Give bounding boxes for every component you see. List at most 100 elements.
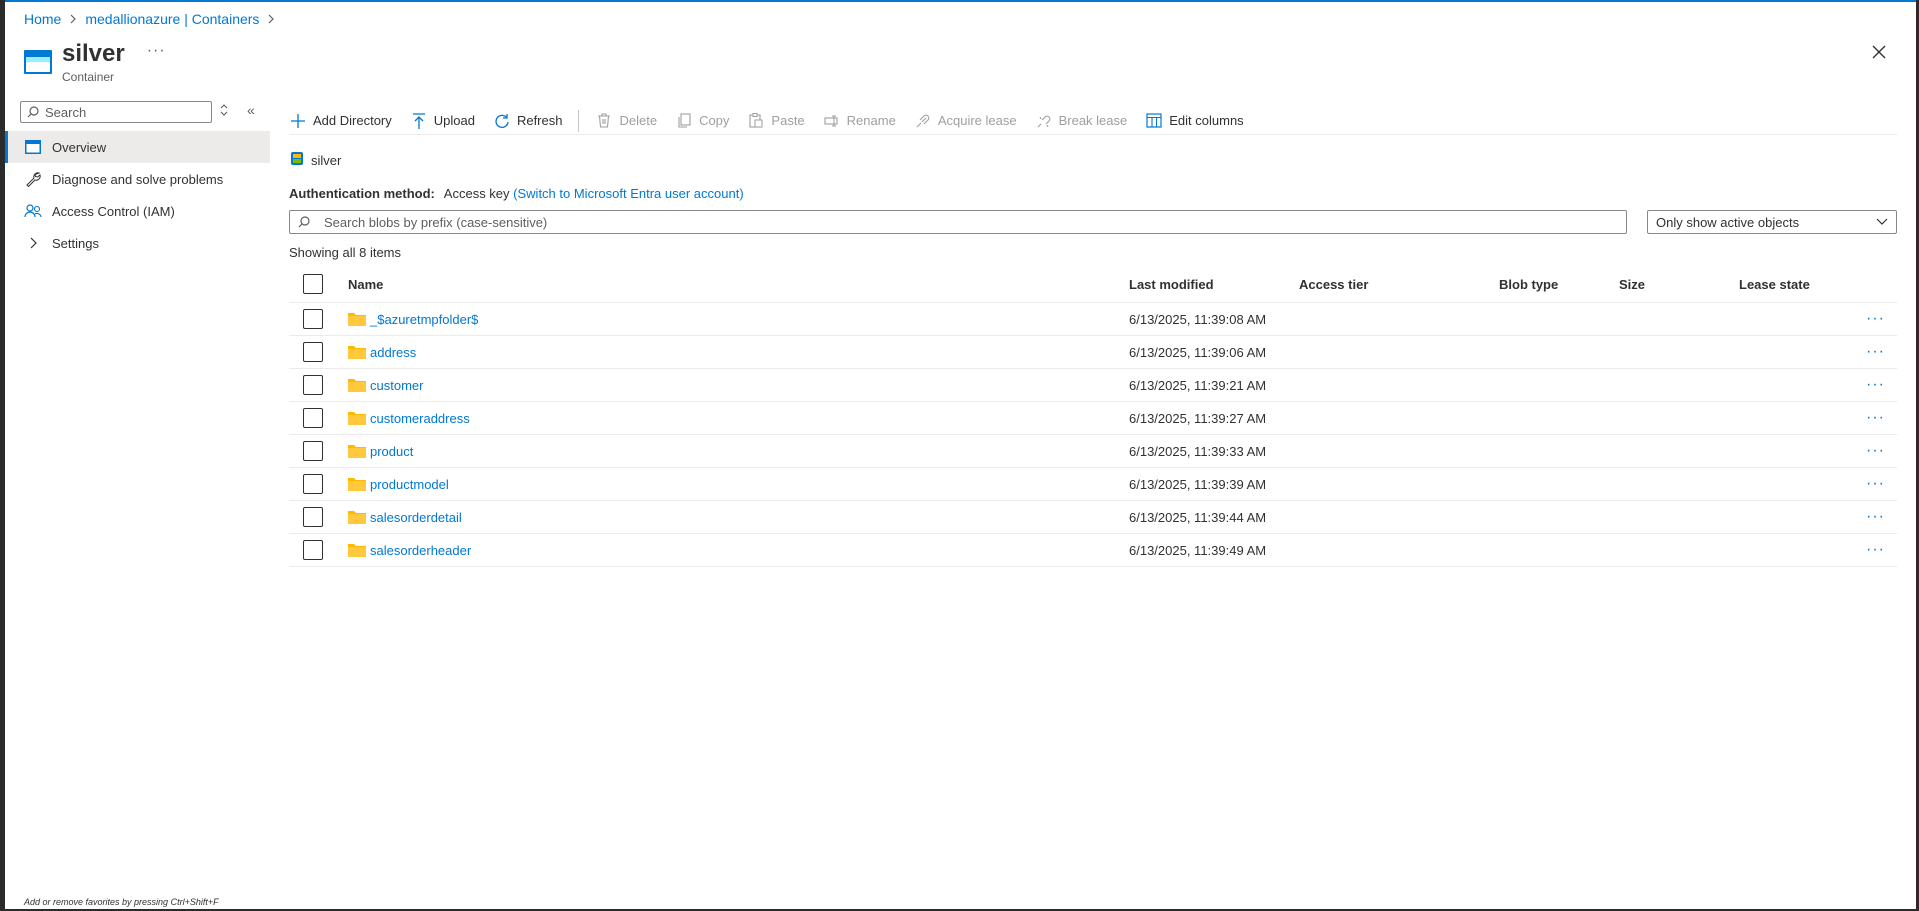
row-checkbox[interactable]	[303, 474, 323, 494]
column-header-size[interactable]: Size	[1619, 277, 1739, 292]
row-name-cell: customeraddress	[348, 411, 1129, 426]
container-path: silver	[291, 151, 341, 169]
row-checkbox[interactable]	[303, 507, 323, 527]
copy-icon	[675, 112, 693, 130]
folder-link[interactable]: customer	[370, 378, 423, 393]
blob-table: Name Last modified Access tier Blob type…	[289, 266, 1897, 567]
search-icon	[27, 106, 39, 118]
folder-link[interactable]: productmodel	[370, 477, 449, 492]
copy-button[interactable]: Copy	[675, 112, 729, 130]
collapse-sidebar-button[interactable]: «	[247, 102, 255, 118]
sidebar-search-input[interactable]	[45, 104, 205, 120]
row-last-modified: 6/13/2025, 11:39:06 AM	[1129, 344, 1267, 360]
row-more-button[interactable]: ···	[1866, 376, 1885, 394]
container-path-label: silver	[311, 152, 342, 168]
switch-auth-link[interactable]: (Switch to Microsoft Entra user account)	[513, 186, 743, 201]
close-button[interactable]	[1869, 42, 1889, 62]
sidebar-search[interactable]	[20, 101, 212, 123]
sidebar-item-label: Diagnose and solve problems	[52, 171, 224, 187]
row-more-button[interactable]: ···	[1866, 343, 1885, 361]
upload-button[interactable]: Upload	[410, 112, 475, 130]
row-checkbox[interactable]	[303, 375, 323, 395]
folder-icon	[348, 511, 366, 524]
row-name-cell: _$azuretmpfolder$	[348, 312, 1129, 327]
sidebar-item-overview[interactable]: Overview	[5, 131, 270, 163]
folder-icon	[348, 478, 366, 491]
edit-columns-button[interactable]: Edit columns	[1145, 112, 1244, 130]
row-more-button[interactable]: ···	[1866, 475, 1885, 493]
auth-value: Access key	[443, 186, 510, 201]
close-icon	[1872, 45, 1886, 59]
row-checkbox[interactable]	[303, 441, 323, 461]
column-header-lease-state[interactable]: Lease state	[1739, 277, 1839, 292]
row-checkbox[interactable]	[303, 309, 323, 329]
paste-button[interactable]: Paste	[747, 112, 805, 130]
column-header-last-modified[interactable]: Last modified	[1129, 277, 1299, 292]
row-checkbox[interactable]	[303, 408, 323, 428]
rename-icon	[823, 112, 841, 130]
table-row[interactable]: salesorderheader 6/13/2025, 11:39:49 AM ··…	[289, 534, 1897, 567]
filter-selected-value: Only show active objects	[1656, 214, 1800, 230]
row-name-cell: customer	[348, 378, 1129, 393]
column-header-blob-type[interactable]: Blob type	[1499, 277, 1619, 292]
row-more-button[interactable]: ···	[1866, 508, 1885, 526]
folder-link[interactable]: customeraddress	[370, 411, 470, 426]
row-last-modified: 6/13/2025, 11:39:33 AM	[1129, 443, 1267, 459]
column-header-name[interactable]: Name	[348, 277, 1129, 292]
table-row[interactable]: salesorderdetail 6/13/2025, 11:39:44 AM ··…	[289, 501, 1897, 534]
row-more-button[interactable]: ···	[1866, 409, 1885, 427]
sort-icon[interactable]	[219, 104, 229, 119]
page-subtitle: Container	[62, 70, 115, 84]
table-row[interactable]: _$azuretmpfolder$ 6/13/2025, 11:39:08 AM ·…	[289, 303, 1897, 336]
folder-link[interactable]: _$azuretmpfolder$	[370, 312, 478, 327]
row-checkbox[interactable]	[303, 342, 323, 362]
row-checkbox[interactable]	[303, 540, 323, 560]
breadcrumb-home[interactable]: Home	[24, 11, 61, 27]
row-last-modified: 6/13/2025, 11:39:39 AM	[1129, 476, 1267, 492]
plus-icon	[289, 112, 307, 130]
break-lease-button[interactable]: Break lease	[1035, 112, 1127, 130]
row-last-modified: 6/13/2025, 11:39:27 AM	[1129, 410, 1267, 426]
folder-link[interactable]: salesorderheader	[370, 543, 471, 558]
folder-link[interactable]: product	[370, 444, 413, 459]
table-row[interactable]: productmodel 6/13/2025, 11:39:39 AM ···	[289, 468, 1897, 501]
people-icon	[23, 201, 43, 221]
folder-icon	[348, 313, 366, 326]
more-options-button[interactable]: ···	[147, 42, 166, 60]
table-row[interactable]: customeraddress 6/13/2025, 11:39:27 AM ···	[289, 402, 1897, 435]
blob-search[interactable]	[289, 210, 1627, 234]
rename-button[interactable]: Rename	[823, 112, 896, 130]
overview-icon	[23, 137, 43, 157]
auth-label: Authentication method:	[289, 186, 435, 201]
columns-icon	[1145, 112, 1163, 130]
add-directory-button[interactable]: Add Directory	[289, 112, 392, 130]
select-all-checkbox[interactable]	[303, 274, 323, 294]
table-row[interactable]: product 6/13/2025, 11:39:33 AM ···	[289, 435, 1897, 468]
refresh-button[interactable]: Refresh	[493, 112, 562, 130]
folder-link[interactable]: salesorderdetail	[370, 510, 462, 525]
sidebar-item-iam[interactable]: Access Control (IAM)	[5, 195, 270, 227]
column-header-access-tier[interactable]: Access tier	[1299, 277, 1499, 292]
row-more-button[interactable]: ···	[1866, 310, 1885, 328]
broken-link-icon	[1035, 112, 1053, 130]
breadcrumb-containers[interactable]: medallionazure | Containers	[85, 11, 259, 27]
items-count: Showing all 8 items	[289, 245, 401, 260]
table-row[interactable]: address 6/13/2025, 11:39:06 AM ···	[289, 336, 1897, 369]
row-more-button[interactable]: ···	[1866, 442, 1885, 460]
table-header: Name Last modified Access tier Blob type…	[289, 266, 1897, 303]
command-bar: Add Directory Upload Refresh Delete Copy…	[289, 107, 1897, 135]
sidebar-item-settings[interactable]: Settings	[5, 227, 270, 259]
table-row[interactable]: customer 6/13/2025, 11:39:21 AM ···	[289, 369, 1897, 402]
active-objects-filter[interactable]: Only show active objects	[1647, 210, 1897, 234]
row-name-cell: product	[348, 444, 1129, 459]
blob-search-input[interactable]	[324, 214, 1604, 230]
row-more-button[interactable]: ···	[1866, 541, 1885, 559]
sidebar-item-label: Overview	[52, 139, 107, 155]
acquire-lease-button[interactable]: Acquire lease	[914, 112, 1017, 130]
delete-button[interactable]: Delete	[595, 112, 657, 130]
folder-icon	[348, 544, 366, 557]
folder-link[interactable]: address	[370, 345, 416, 360]
row-last-modified: 6/13/2025, 11:39:49 AM	[1129, 542, 1267, 558]
row-last-modified: 6/13/2025, 11:39:44 AM	[1129, 509, 1267, 525]
sidebar-item-diagnose[interactable]: Diagnose and solve problems	[5, 163, 270, 195]
